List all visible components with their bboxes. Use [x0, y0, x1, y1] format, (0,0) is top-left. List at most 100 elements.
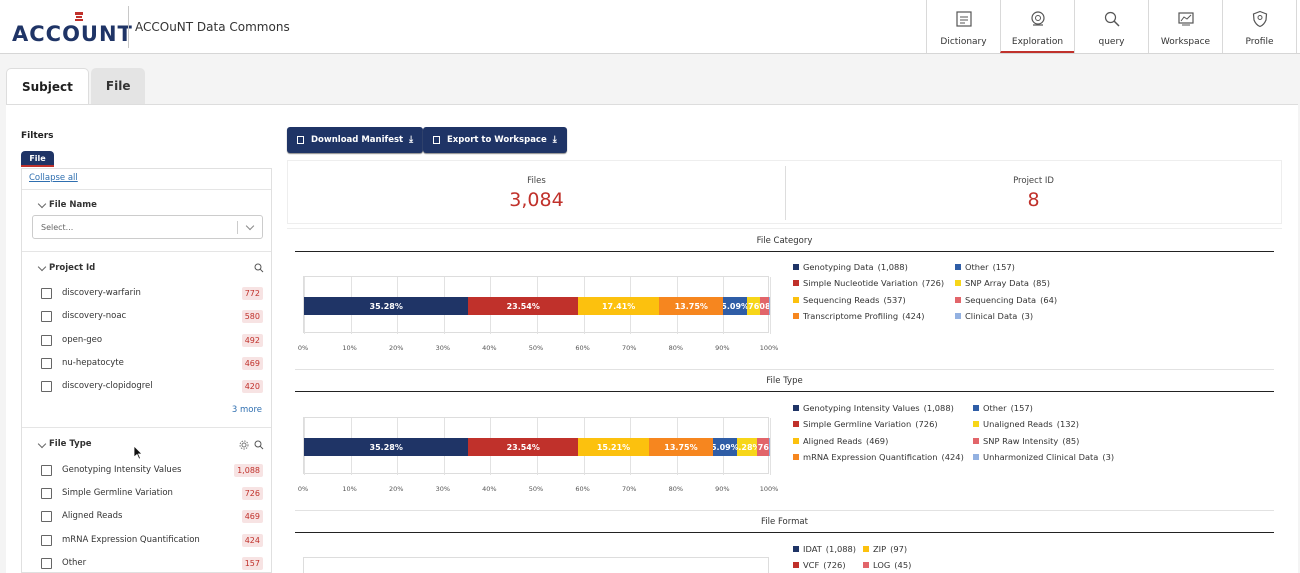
- tab-subject[interactable]: Subject: [6, 68, 89, 104]
- checkbox[interactable]: [41, 534, 52, 546]
- account-logo[interactable]: ACCOUNT: [12, 12, 132, 46]
- show-more-link[interactable]: 3 more: [232, 405, 262, 415]
- nav-exploration[interactable]: Exploration: [1000, 0, 1074, 53]
- gear-icon[interactable]: [239, 440, 249, 450]
- checkbox[interactable]: [41, 310, 52, 322]
- legend-item[interactable]: Genotyping Intensity Values (1,088): [793, 403, 954, 413]
- checkbox[interactable]: [41, 334, 52, 346]
- bar-segment[interactable]: 2.76%: [747, 297, 760, 315]
- legend-item[interactable]: VCF (726): [793, 560, 846, 570]
- bar-segment[interactable]: 23.54%: [468, 438, 579, 456]
- top-bar: ACCOUNT ACCOuNT Data Commons Dictionary …: [0, 0, 1300, 54]
- legend-swatch: [973, 405, 979, 411]
- file-name-select[interactable]: Select...: [32, 215, 263, 239]
- nav-label: Workspace: [1160, 37, 1211, 47]
- project-count-label: Project ID: [1013, 176, 1054, 186]
- legend-swatch: [793, 313, 799, 319]
- checkbox[interactable]: [41, 487, 52, 499]
- legend-item[interactable]: Unharmonized Clinical Data (3): [973, 452, 1114, 462]
- legend-swatch: [793, 438, 799, 444]
- tick-label: 10%: [342, 344, 357, 352]
- legend-item[interactable]: Genotyping Data (1,088): [793, 262, 908, 272]
- legend-label: SNP Raw Intensity: [983, 436, 1059, 446]
- legend-item[interactable]: ZIP (97): [863, 544, 907, 554]
- tick-label: 20%: [388, 485, 404, 493]
- bar-segment[interactable]: 5.09%: [713, 438, 737, 456]
- tick-label: 0%: [297, 485, 309, 493]
- bar-segment[interactable]: 2.76%: [756, 438, 770, 456]
- nav-workspace[interactable]: Workspace: [1148, 0, 1222, 53]
- file-name-filter-title[interactable]: File Name: [49, 200, 97, 210]
- checkbox[interactable]: [41, 380, 52, 392]
- chevron-down-icon[interactable]: [37, 439, 47, 449]
- file-type-filter-title[interactable]: File Type: [49, 439, 92, 449]
- chart-plot-file-type: 35.28% 23.54% 15.21% 13.75% 5.09%4.28%2.76%: [303, 417, 771, 475]
- tab-file[interactable]: File: [90, 68, 146, 104]
- legend-item[interactable]: mRNA Expression Quantification (424): [793, 452, 964, 462]
- checkbox[interactable]: [41, 510, 52, 522]
- tick-label: 100%: [759, 485, 779, 493]
- bar-segment[interactable]: 23.54%: [468, 297, 579, 315]
- legend-item[interactable]: SNP Raw Intensity (85): [973, 436, 1079, 446]
- legend-item[interactable]: Sequencing Reads (537): [793, 295, 906, 305]
- option-count: 726: [241, 486, 263, 500]
- collapse-all-link[interactable]: Collapse all: [29, 173, 78, 183]
- data-label: 2.08%: [759, 301, 770, 311]
- filter-panel: Collapse all File Name Select... Project…: [21, 168, 272, 573]
- stacked-bar[interactable]: 35.28% 23.54% 15.21% 13.75% 5.09%4.28%2.76%: [304, 438, 770, 456]
- tick-label: 50%: [528, 344, 544, 352]
- legend-swatch: [793, 546, 799, 552]
- bar-segment[interactable]: 35.28%: [304, 438, 469, 456]
- nav-profile[interactable]: Profile: [1222, 0, 1296, 53]
- chevron-down-icon[interactable]: [37, 199, 47, 209]
- project-id-filter-title[interactable]: Project Id: [49, 263, 95, 273]
- legend-item[interactable]: Simple Germline Variation (726): [793, 419, 938, 429]
- option-count: 424: [241, 533, 263, 547]
- legend-item[interactable]: Clinical Data (3): [955, 311, 1033, 321]
- search-icon[interactable]: [254, 440, 264, 450]
- export-to-workspace-button[interactable]: Export to Workspace ⤓: [423, 127, 567, 153]
- legend-item[interactable]: Sequencing Data (64): [955, 295, 1057, 305]
- bar-segment[interactable]: 4.28%: [736, 438, 757, 456]
- download-manifest-button[interactable]: Download Manifest ⤓: [287, 127, 424, 153]
- bar-segment[interactable]: 13.75%: [648, 438, 713, 456]
- chart-title-rule: [295, 391, 1274, 392]
- file-icon: [297, 136, 304, 144]
- bar-segment[interactable]: 5.09%: [723, 297, 747, 315]
- filter-tab-file[interactable]: File: [21, 151, 54, 167]
- bar-segment[interactable]: 2.08%: [759, 297, 770, 315]
- legend-count: (3): [1021, 311, 1034, 321]
- tick-label: 20%: [388, 344, 404, 352]
- legend-item[interactable]: SNP Array Data (85): [955, 278, 1050, 288]
- checkbox[interactable]: [41, 287, 52, 299]
- bar-segment[interactable]: 13.75%: [659, 297, 724, 315]
- app-title: ACCOuNT Data Commons: [135, 20, 290, 34]
- data-label: 4.28%: [737, 442, 757, 452]
- logo-text: ACCOUNT: [12, 22, 133, 46]
- nav-dictionary[interactable]: Dictionary: [926, 0, 1000, 53]
- bar-segment[interactable]: 15.21%: [578, 438, 649, 456]
- stacked-bar[interactable]: 35.28% 23.54% 17.41% 13.75% 5.09%2.76%2.08%: [304, 297, 770, 315]
- checkbox[interactable]: [41, 357, 52, 369]
- legend-label: Simple Nucleotide Variation: [803, 278, 918, 288]
- legend-count: (726): [915, 419, 938, 429]
- legend-item[interactable]: IDAT (1,088): [793, 544, 856, 554]
- legend-item[interactable]: Transcriptome Profiling (424): [793, 311, 924, 321]
- bar-segment[interactable]: 17.41%: [578, 297, 660, 315]
- charts-panel: File Category 35.28% 23.54% 17.41% 13.75% 5.…: [287, 228, 1282, 573]
- checkbox[interactable]: [41, 557, 52, 569]
- legend-swatch: [955, 297, 961, 303]
- legend-item[interactable]: Simple Nucleotide Variation (726): [793, 278, 944, 288]
- chevron-down-icon[interactable]: [37, 262, 47, 272]
- legend-label: ZIP: [873, 544, 887, 554]
- nav-query[interactable]: query: [1074, 0, 1148, 53]
- checkbox[interactable]: [41, 464, 52, 476]
- exploration-icon: [1030, 11, 1045, 26]
- legend-item[interactable]: LOG (45): [863, 560, 911, 570]
- search-icon[interactable]: [254, 263, 264, 273]
- legend-item[interactable]: Other (157): [973, 403, 1033, 413]
- bar-segment[interactable]: 35.28%: [304, 297, 469, 315]
- legend-item[interactable]: Aligned Reads (469): [793, 436, 888, 446]
- legend-item[interactable]: Other (157): [955, 262, 1015, 272]
- legend-item[interactable]: Unaligned Reads (132): [973, 419, 1079, 429]
